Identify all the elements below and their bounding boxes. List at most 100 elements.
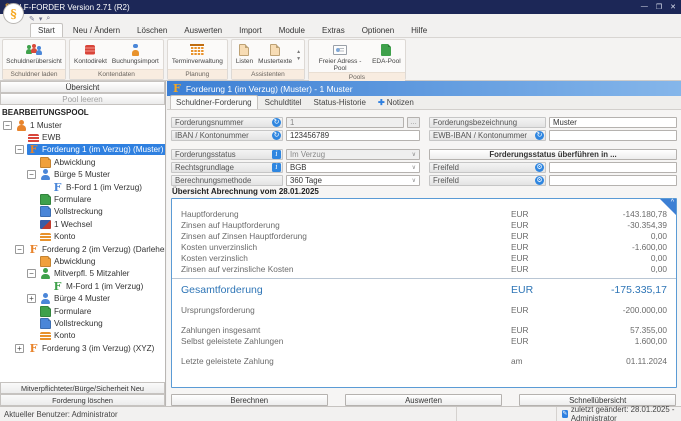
overview-button[interactable]: Übersicht xyxy=(0,81,165,93)
ribbon-button-eda-pool[interactable]: EDA-Pool xyxy=(370,41,403,72)
chevron-down-icon[interactable]: ▾ xyxy=(39,15,43,23)
gear-icon[interactable]: ⚙ xyxy=(535,163,544,172)
tree-item-vollstreckung[interactable]: Vollstreckung xyxy=(0,317,165,329)
select-rechtsgrundlage[interactable]: BGB∨ xyxy=(286,162,420,173)
info-icon[interactable]: i xyxy=(272,150,281,159)
tree-item-forderung-3-im-verzug-xyz[interactable]: +FForderung 3 (im Verzug) (XYZ) xyxy=(0,342,165,354)
ribbon-button-listen[interactable]: Listen xyxy=(234,41,255,69)
statement-row-label: Ursprungsforderung xyxy=(181,305,511,315)
sync-icon[interactable]: ↻ xyxy=(272,118,281,127)
select-forderungsstatus[interactable]: Im Verzug∨ xyxy=(286,149,420,160)
select-berechnungsmethode[interactable]: 360 Tage∨ xyxy=(286,175,420,186)
input-freifeld[interactable] xyxy=(549,162,677,173)
info-icon[interactable]: i xyxy=(272,163,281,172)
collapse-expander-icon[interactable]: − xyxy=(15,145,24,154)
berechnen-button[interactable]: Berechnen xyxy=(171,394,328,406)
gear-icon[interactable]: ⚙ xyxy=(535,176,544,185)
tree-item-formulare[interactable]: Formulare xyxy=(0,193,165,205)
tab-schuldtitel[interactable]: Schuldtitel xyxy=(260,96,307,109)
pool-clear-button[interactable]: Pool leeren xyxy=(0,93,165,105)
input-ewb-iban-kontonummer[interactable] xyxy=(549,130,677,141)
tree-item-konto[interactable]: Konto xyxy=(0,231,165,243)
tree-item-m-ford-1-im-verzug[interactable]: FM-Ford 1 (im Verzug) xyxy=(0,280,165,292)
tree-item-1-muster[interactable]: −1 Muster xyxy=(0,119,165,131)
menu-tab-auswerten[interactable]: Auswerten xyxy=(177,24,229,37)
menu-tab-hilfe[interactable]: Hilfe xyxy=(404,24,434,37)
tree-item-konto[interactable]: Konto xyxy=(0,330,165,342)
tree-item-1-wechsel[interactable]: 1 Wechsel xyxy=(0,218,165,230)
ribbon-group-planung: TerminverwaltungPlanung xyxy=(167,39,228,80)
page-blue-icon xyxy=(40,206,51,217)
sync-icon[interactable]: ↻ xyxy=(272,131,281,140)
tab-status-historie[interactable]: Status-Historie xyxy=(309,96,371,109)
collapse-expander-icon[interactable]: − xyxy=(27,269,36,278)
field-label-text: Freifeld xyxy=(433,176,459,185)
input-iban-kontonummer[interactable]: 123456789 xyxy=(286,130,420,141)
ribbon-button-schuldnerübersicht[interactable]: Schuldnerübersicht xyxy=(5,41,63,69)
search-icon[interactable]: ⌕ xyxy=(46,15,50,23)
collapse-expander-icon[interactable]: − xyxy=(15,245,24,254)
claim-tabs: Schuldner-ForderungSchuldtitelStatus-His… xyxy=(167,96,681,110)
menu-tab-löschen[interactable]: Löschen xyxy=(130,24,174,37)
ribbon-button-kontodirekt[interactable]: Kontodirekt xyxy=(72,41,109,69)
group-scroll-arrows[interactable]: ▲▼ xyxy=(295,41,302,69)
ribbon-button-buchungsimport[interactable]: Buchungsimport xyxy=(110,41,161,69)
current-user-label: Aktueller Benutzer: Administrator xyxy=(0,407,457,421)
new-coobligor-button[interactable]: Mitverpflichteter/Bürge/Sicherheit Neu xyxy=(0,382,165,394)
ribbon-button-freier-adress-pool[interactable]: Freier Adress -Pool xyxy=(311,41,369,72)
sync-icon[interactable]: ↻ xyxy=(535,131,544,140)
statement-row-label: Letzte geleistete Zahlung xyxy=(181,356,511,366)
claim-header-title: Forderung 1 (im Verzug) (Muster) - 1 Mus… xyxy=(186,84,353,94)
close-icon[interactable]: ✕ xyxy=(670,3,676,11)
maximize-icon[interactable]: ❐ xyxy=(656,3,662,11)
statement-row-label: Zinsen auf verzinsliche Kosten xyxy=(181,264,511,274)
tree-item-mitverpfl-5-mitzahler[interactable]: −Mitverpfl. 5 Mitzahler xyxy=(0,268,165,280)
tree-item-abwicklung[interactable]: Abwicklung xyxy=(0,156,165,168)
input-forderungsnummer[interactable]: 1 xyxy=(286,117,404,128)
minimize-icon[interactable]: — xyxy=(641,3,648,11)
menu-tab-import[interactable]: Import xyxy=(232,24,269,37)
statement-row-zinsen-auf-verzinsliche-kosten: Zinsen auf verzinsliche KostenEUR0,00 xyxy=(172,263,676,274)
input-forderungsbezeichnung[interactable]: Muster xyxy=(549,117,677,128)
transfer-status-button[interactable]: Forderungsstatus überführen in ... xyxy=(429,149,677,160)
collapse-expander-icon[interactable]: − xyxy=(3,121,12,130)
menu-tab-extras[interactable]: Extras xyxy=(315,24,352,37)
ribbon-button-terminverwaltung[interactable]: Terminverwaltung xyxy=(170,41,225,69)
expand-expander-icon[interactable]: + xyxy=(15,344,24,353)
tree-item-b-ford-1-im-verzug[interactable]: FB-Ford 1 (im Verzug) xyxy=(0,181,165,193)
tree-item-forderung-1-im-verzug-muster[interactable]: −FForderung 1 (im Verzug) (Muster) xyxy=(0,144,165,156)
ribbon-button-mustertexte[interactable]: Mustertexte xyxy=(256,41,294,69)
expand-expander-icon[interactable]: + xyxy=(27,294,36,303)
ribbon-group-label: Planung xyxy=(168,69,227,79)
pen-icon[interactable]: ✎ xyxy=(29,15,35,23)
delete-claim-button[interactable]: Forderung löschen xyxy=(0,394,165,406)
tree-item-label: B-Ford 1 (im Verzug) xyxy=(66,183,142,192)
tree-item-vollstreckung[interactable]: Vollstreckung xyxy=(0,206,165,218)
tree-item-bürge-5-muster[interactable]: −Bürge 5 Muster xyxy=(0,169,165,181)
scroll-up-icon[interactable]: ▲ xyxy=(296,49,301,55)
more-button[interactable]: … xyxy=(407,117,420,128)
menu-tab-start[interactable]: Start xyxy=(30,23,63,37)
ribbon-group-label: Schuldner laden xyxy=(3,69,65,79)
chevron-down-icon: ∨ xyxy=(412,164,416,171)
input-freifeld[interactable] xyxy=(549,175,677,186)
statement-row-value: 57.355,00 xyxy=(561,325,667,335)
app-logo[interactable]: § xyxy=(3,3,24,24)
tab-schuldner-forderung[interactable]: Schuldner-Forderung xyxy=(170,95,258,109)
tab-label: Notizen xyxy=(387,98,414,107)
collapse-expander-icon[interactable]: − xyxy=(27,170,36,179)
tree-item-ewb[interactable]: EWB xyxy=(0,131,165,143)
field-label-forderungsstatus: Forderungsstatusi xyxy=(171,149,283,160)
menu-tab-optionen[interactable]: Optionen xyxy=(355,24,401,37)
menu-tab-module[interactable]: Module xyxy=(272,24,312,37)
tree-item-bürge-4-muster[interactable]: +Bürge 4 Muster xyxy=(0,292,165,304)
tree-item-forderung-2-im-verzug-darlehen[interactable]: −FForderung 2 (im Verzug) (Darlehen) xyxy=(0,243,165,255)
chevron-up-icon[interactable]: ^ xyxy=(660,199,676,215)
tree-item-abwicklung[interactable]: Abwicklung xyxy=(0,255,165,267)
auswerten-button[interactable]: Auswerten xyxy=(345,394,502,406)
tab-notizen[interactable]: ✚Notizen xyxy=(373,96,419,109)
tree-item-formulare[interactable]: Formulare xyxy=(0,305,165,317)
scroll-down-icon[interactable]: ▼ xyxy=(296,56,301,62)
menu-tab-neu-ändern[interactable]: Neu / Ändern xyxy=(66,24,127,37)
page-green-icon xyxy=(40,194,51,205)
